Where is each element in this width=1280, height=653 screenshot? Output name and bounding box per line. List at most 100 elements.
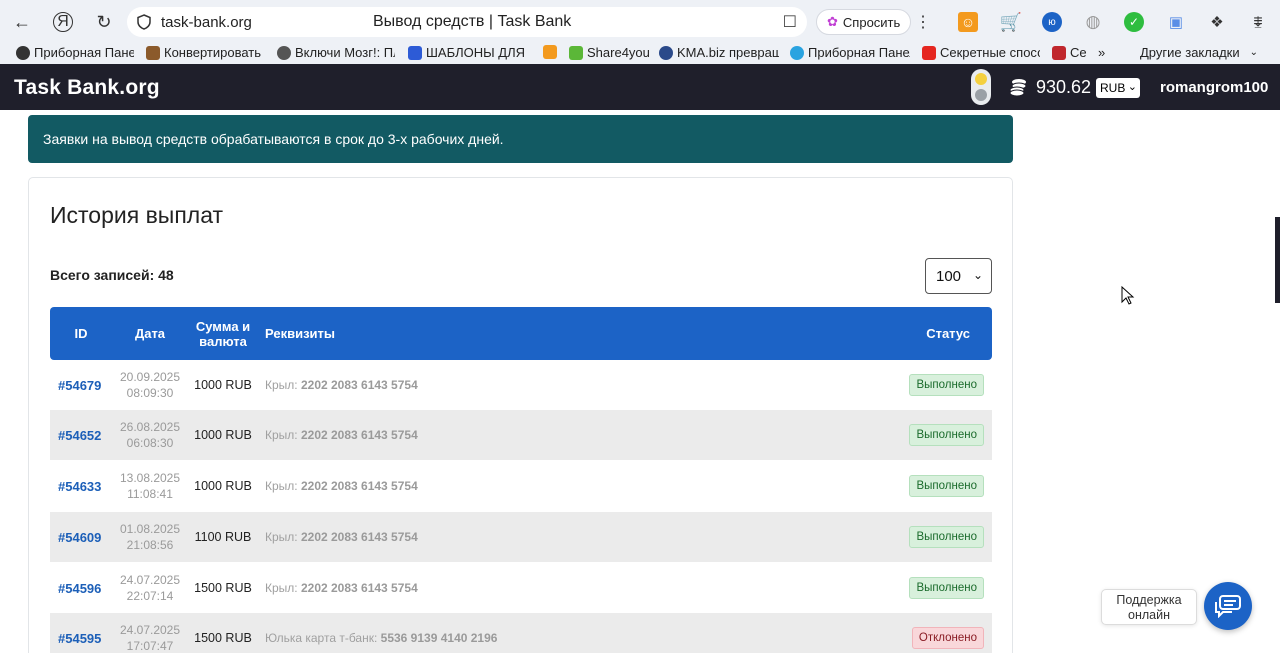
support-chat-button[interactable] bbox=[1204, 582, 1252, 630]
bookmark-item[interactable]: Приборная Панел bbox=[790, 45, 910, 60]
site-header: Task Bank.org 930.62 RUB ⌄ romangrom100 bbox=[0, 64, 1280, 110]
page-title-tab: Вывод средств | Task Bank bbox=[373, 13, 572, 30]
total-records: Всего записей: 48 bbox=[50, 267, 174, 283]
bookmark-item[interactable]: Конвертировать bbox=[146, 45, 264, 60]
youtube-icon bbox=[922, 45, 936, 60]
other-bookmarks[interactable]: Другие закладки ⌄ bbox=[1140, 45, 1258, 60]
payout-date: 01.08.2025 21:08:56 bbox=[119, 522, 181, 552]
chevron-down-icon: ⌄ bbox=[1127, 81, 1137, 93]
payout-id-link[interactable]: #54609 bbox=[58, 512, 101, 562]
info-alert: Заявки на вывод средств обрабатываются в… bbox=[28, 115, 1013, 163]
theme-toggle[interactable] bbox=[971, 69, 991, 105]
bookmark-item[interactable] bbox=[543, 45, 559, 59]
coins-icon bbox=[1009, 79, 1027, 97]
bookmark-item[interactable]: KMA.biz превращ bbox=[659, 45, 779, 60]
ext-circle-icon[interactable]: ю bbox=[1042, 12, 1062, 32]
address-bar[interactable]: task-bank.org Вывод средств | Task Bank … bbox=[127, 7, 807, 37]
bookmark-favicon bbox=[16, 45, 30, 60]
mouse-cursor-icon bbox=[1121, 286, 1135, 305]
yandex-icon[interactable]: Я bbox=[53, 12, 73, 32]
section-title: История выплат bbox=[50, 202, 224, 228]
more-bookmarks-icon[interactable]: » bbox=[1098, 45, 1105, 60]
bookmark-item[interactable]: Share4you bbox=[569, 45, 649, 60]
bookmark-favicon bbox=[1052, 45, 1066, 60]
bookmark-item[interactable]: Включи Мозг!: Пл bbox=[277, 45, 395, 60]
chevron-down-icon: ⌄ bbox=[972, 268, 983, 282]
table-row: #54596 24.07.2025 22:07:14 1500 RUB Крыл:… bbox=[50, 563, 992, 613]
status-badge: Выполнено bbox=[909, 374, 984, 396]
bookmark-favicon bbox=[277, 45, 291, 60]
currency-select[interactable]: RUB ⌄ bbox=[1096, 78, 1140, 98]
reload-icon[interactable]: ↻ bbox=[91, 9, 117, 35]
payout-requisites: Крыл: 2202 2083 6143 5754 bbox=[265, 581, 418, 595]
bookmark-item[interactable]: Секретные спосо bbox=[922, 45, 1040, 60]
bookmark-item[interactable]: Се bbox=[1052, 45, 1088, 60]
payout-amount: 1000 RUB bbox=[194, 428, 252, 442]
chat-icon bbox=[1215, 595, 1241, 618]
site-logo[interactable]: Task Bank.org bbox=[14, 76, 160, 100]
extensions-icon[interactable]: ❖ bbox=[1207, 12, 1227, 32]
payout-id-link[interactable]: #54595 bbox=[58, 613, 101, 653]
chip-ext-icon[interactable]: ▣ bbox=[1166, 12, 1186, 32]
table-header: ID Дата Сумма и валюта Реквизиты Статус bbox=[50, 307, 992, 360]
more-vertical-icon[interactable]: ⋮ bbox=[915, 12, 931, 32]
sun-icon bbox=[975, 73, 987, 85]
payout-date: 26.08.2025 06:08:30 bbox=[119, 420, 181, 450]
payout-requisites: Крыл: 2202 2083 6143 5754 bbox=[265, 378, 418, 392]
bookmark-icon[interactable]: ☐ bbox=[783, 12, 797, 32]
payout-date: 24.07.2025 22:07:14 bbox=[119, 573, 181, 603]
per-page-select[interactable]: 100 ⌄ bbox=[925, 258, 992, 294]
odnoklassniki-ext-icon[interactable]: ☺ bbox=[958, 12, 978, 32]
back-icon[interactable]: ← bbox=[9, 9, 35, 35]
payout-amount: 1500 RUB bbox=[194, 581, 252, 595]
bookmarks-bar: Приборная Панел Конвертировать Включи Мо… bbox=[0, 44, 1280, 64]
sparkle-icon: ✿ bbox=[827, 14, 838, 29]
download-icon[interactable]: ⤓ bbox=[1248, 13, 1268, 33]
url-text: task-bank.org bbox=[161, 13, 252, 31]
scrollbar-thumb[interactable] bbox=[1275, 217, 1280, 303]
payout-id-link[interactable]: #54679 bbox=[58, 360, 101, 410]
payout-id-link[interactable]: #54596 bbox=[58, 563, 101, 613]
payout-date: 20.09.2025 08:09:30 bbox=[119, 370, 181, 400]
payout-requisites: Юлька карта т-банк: 5536 9139 4140 2196 bbox=[265, 631, 498, 645]
vk-icon bbox=[408, 45, 422, 60]
payout-amount: 1000 RUB bbox=[194, 479, 252, 493]
status-badge: Отклонено bbox=[911, 627, 984, 649]
payout-id-link[interactable]: #54652 bbox=[58, 410, 101, 460]
status-badge: Выполнено bbox=[909, 475, 984, 497]
column-header-id: ID bbox=[74, 326, 88, 341]
bookmark-favicon bbox=[569, 45, 583, 60]
shield-icon bbox=[137, 14, 151, 30]
payout-requisites: Крыл: 2202 2083 6143 5754 bbox=[265, 428, 418, 442]
browser-toolbar: ← Я ↻ task-bank.org Вывод средств | Task… bbox=[0, 0, 1280, 44]
chevron-down-icon: ⌄ bbox=[1249, 47, 1258, 58]
column-header-amount: Сумма и валюта bbox=[195, 318, 251, 349]
globe-ext-icon[interactable]: ◍ bbox=[1083, 12, 1103, 32]
username[interactable]: romangrom100 bbox=[1160, 79, 1268, 96]
balance-value: 930.62 bbox=[1036, 77, 1092, 97]
check-ext-icon[interactable]: ✓ bbox=[1124, 12, 1144, 32]
moon-icon bbox=[975, 89, 987, 101]
table-row: #54633 13.08.2025 11:08:41 1000 RUB Крыл:… bbox=[50, 461, 992, 511]
payout-amount: 1000 RUB bbox=[194, 378, 252, 392]
bookmark-item[interactable]: Приборная Панел bbox=[16, 45, 134, 60]
column-header-status: Статус bbox=[926, 326, 970, 341]
payout-history-card: История выплат Всего записей: 48 100 ⌄ I… bbox=[28, 177, 1013, 653]
support-label[interactable]: Поддержка онлайн bbox=[1101, 589, 1197, 625]
payout-date: 24.07.2025 17:07:47 bbox=[119, 623, 181, 653]
status-badge: Выполнено bbox=[909, 526, 984, 548]
odnoklassniki-icon bbox=[543, 45, 557, 59]
payout-requisites: Крыл: 2202 2083 6143 5754 bbox=[265, 479, 418, 493]
ask-button[interactable]: ✿ Спросить bbox=[816, 9, 912, 35]
bookmark-item[interactable]: ШАБЛОНЫ ДЛЯ Р bbox=[408, 45, 526, 60]
payout-id-link[interactable]: #54633 bbox=[58, 461, 101, 511]
cart-ext-icon[interactable]: 🛒 bbox=[1000, 12, 1022, 32]
status-badge: Выполнено bbox=[909, 577, 984, 599]
telegram-icon bbox=[790, 45, 804, 60]
bookmark-favicon bbox=[146, 45, 160, 60]
table-row: #54679 20.09.2025 08:09:30 1000 RUB Крыл:… bbox=[50, 360, 992, 410]
table-row: #54595 24.07.2025 17:07:47 1500 RUB Юлька… bbox=[50, 613, 992, 653]
bookmark-favicon bbox=[659, 45, 673, 60]
column-header-date: Дата bbox=[134, 326, 166, 341]
payout-date: 13.08.2025 11:08:41 bbox=[119, 471, 181, 501]
